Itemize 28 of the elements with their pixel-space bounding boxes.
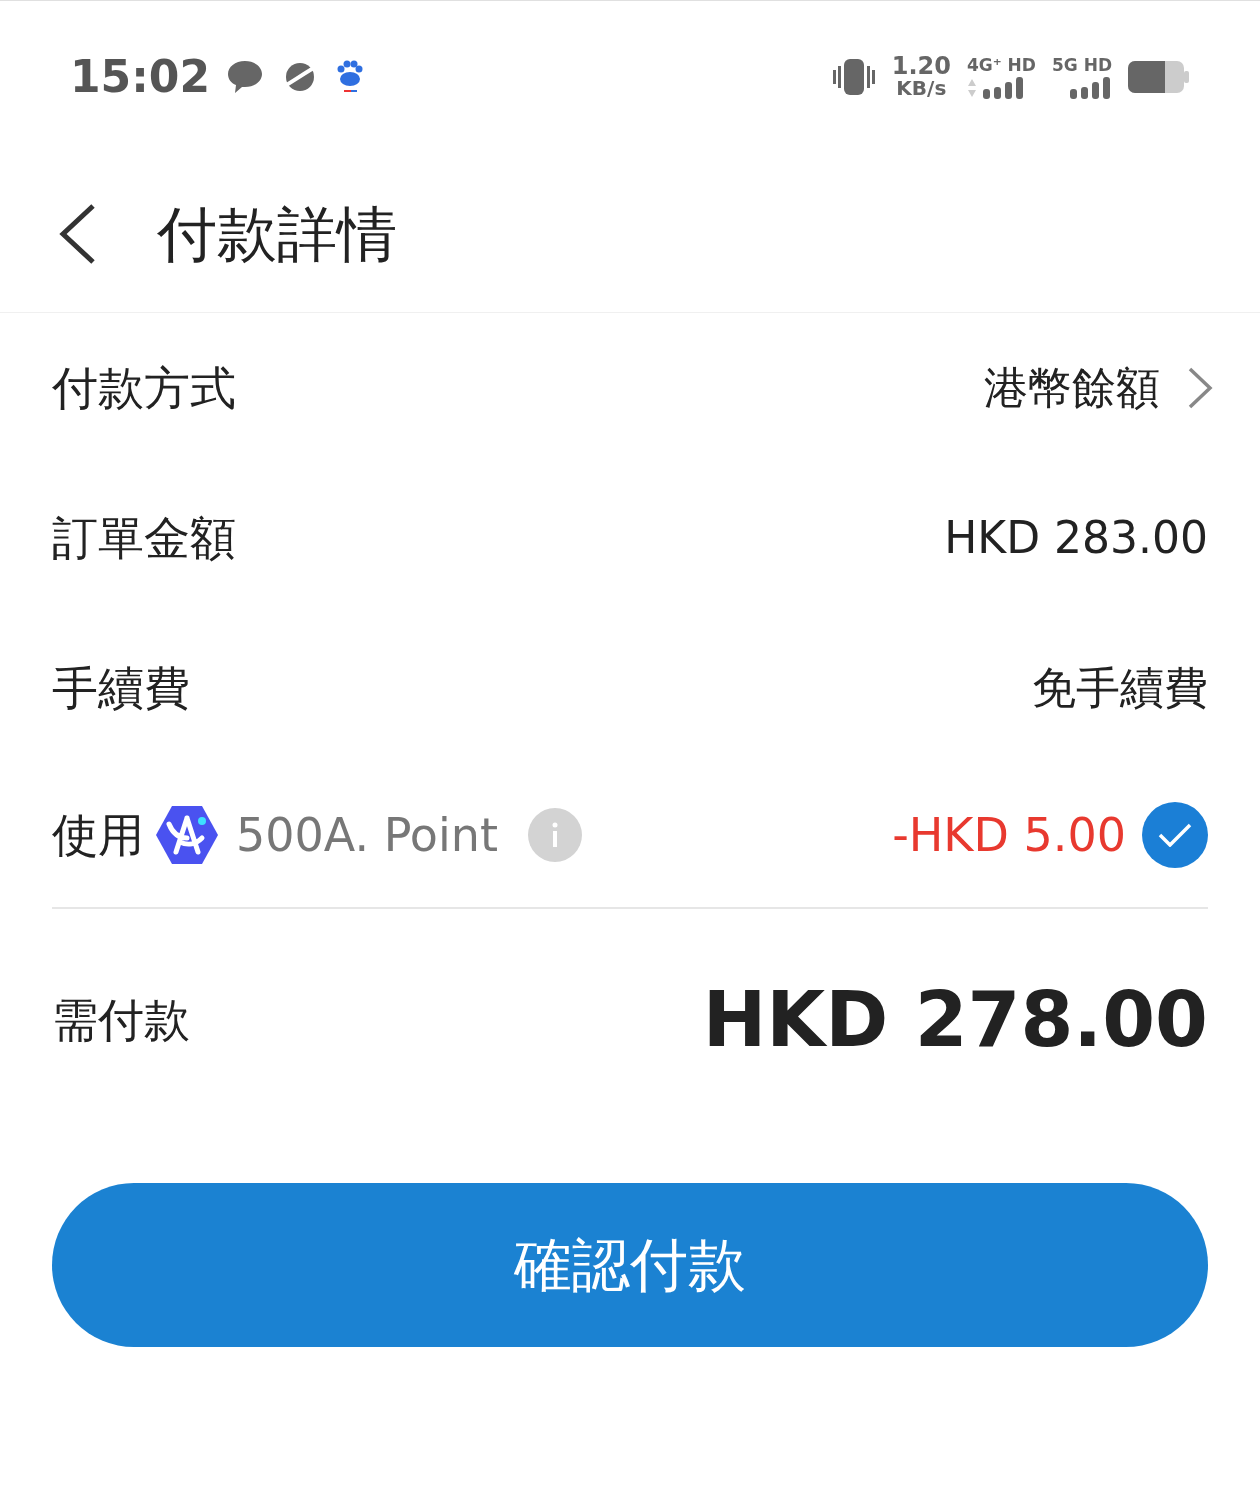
network-label: 4G⁺ HD (966, 54, 1036, 75)
chat-bubble-icon (226, 58, 265, 95)
points-name: 500A. Point (236, 806, 498, 864)
page-title: 付款詳情 (157, 198, 397, 271)
signal-icon (980, 76, 1025, 99)
speed-value: 1.20 (891, 54, 951, 77)
points-discount: -HKD 5.00 (892, 806, 1126, 864)
paw-icon (336, 59, 365, 94)
signal-icon (1068, 76, 1112, 99)
row-label: 付款方式 (52, 359, 236, 417)
row-label: 訂單金額 (52, 509, 236, 567)
speed-unit: KB/s (896, 76, 947, 99)
status-time: 15:02 (70, 49, 211, 104)
confirm-payment-button[interactable]: 確認付款 (52, 1183, 1208, 1347)
points-logo-icon (154, 804, 220, 866)
payment-method-selector[interactable]: 港幣餘額 (984, 355, 1214, 421)
total-label: 需付款 (52, 991, 190, 1049)
row-label: 使用 (52, 806, 144, 864)
row-value: 免手續費 (1032, 661, 1208, 715)
row-label: 手續費 (52, 659, 190, 717)
checkmark-icon (1158, 823, 1192, 847)
total-amount: HKD 278.00 (702, 974, 1208, 1066)
data-arrows-icon (966, 77, 977, 98)
network-label: 5G HD (1051, 54, 1112, 75)
battery-icon (1128, 59, 1190, 94)
vibrate-icon (831, 57, 876, 96)
chevron-right-icon (1186, 366, 1214, 410)
row-value: HKD 283.00 (944, 511, 1208, 565)
